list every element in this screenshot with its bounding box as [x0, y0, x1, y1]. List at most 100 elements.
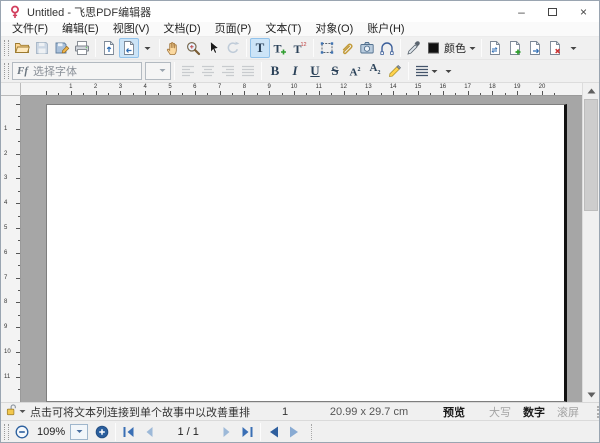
add-text-button[interactable]: T	[270, 38, 290, 58]
text-size-button[interactable]: T12	[290, 38, 310, 58]
zoom-in-button[interactable]	[92, 422, 112, 442]
next-page-button[interactable]	[217, 422, 237, 442]
history-forward-button[interactable]	[284, 422, 304, 442]
italic-icon: I	[287, 63, 303, 79]
import-pages-button[interactable]	[99, 38, 119, 58]
menubar: 文件(F)编辑(E)视图(V)文档(D)页面(P)文本(T)对象(O)账户(H)	[1, 22, 599, 37]
color-button[interactable]: 颜色	[424, 38, 478, 58]
save-as-button[interactable]	[52, 38, 72, 58]
statusbar: 点击可将文本列连接到单个故事中以改善重排 1 20.99 x 29.7 cm 预…	[1, 402, 599, 420]
lock-button[interactable]	[5, 403, 26, 420]
print-icon	[74, 40, 90, 56]
close-button[interactable]: ×	[568, 1, 599, 22]
italic-button[interactable]: I	[285, 61, 305, 81]
zoom-out-button[interactable]	[12, 422, 32, 442]
align-justify-button[interactable]	[238, 61, 258, 81]
separator	[95, 39, 96, 57]
eyedropper-icon	[406, 40, 422, 56]
document-page[interactable]	[46, 104, 567, 402]
hand-tool-button[interactable]	[163, 38, 183, 58]
hand-icon	[165, 40, 181, 56]
last-page-button[interactable]	[237, 422, 257, 442]
select-arrow-icon	[205, 40, 221, 56]
separator	[400, 39, 401, 57]
first-page-icon	[121, 424, 137, 440]
font-icon: Ff	[17, 65, 28, 77]
zoom-level-select[interactable]	[70, 424, 88, 440]
select-tool-button[interactable]	[203, 38, 223, 58]
text-size-icon: T12	[292, 40, 308, 56]
align-center-button[interactable]	[198, 61, 218, 81]
menu-account[interactable]: 账户(H)	[360, 22, 411, 37]
line-spacing-button[interactable]	[412, 61, 440, 81]
minimize-button[interactable]: –	[506, 1, 537, 22]
scroll-down-icon[interactable]	[583, 387, 599, 402]
align-left-button[interactable]	[178, 61, 198, 81]
status-preview-mode: 预览	[425, 404, 483, 420]
zoom-tool-button[interactable]	[183, 38, 203, 58]
insert-page-button[interactable]	[505, 38, 525, 58]
rotate-icon	[225, 40, 241, 56]
color-swatch-icon	[426, 40, 442, 56]
attach-tool-button[interactable]	[337, 38, 357, 58]
menu-view[interactable]: 视图(V)	[106, 22, 157, 37]
scroll-up-icon[interactable]	[583, 83, 599, 98]
export-pages-button[interactable]	[119, 38, 139, 58]
bold-button[interactable]: B	[265, 61, 285, 81]
format-more-button[interactable]	[440, 61, 457, 81]
underline-button[interactable]: U	[305, 61, 325, 81]
first-page-button[interactable]	[119, 422, 139, 442]
zoom-level-value: 109%	[37, 426, 65, 438]
subscript-button[interactable]: A2	[365, 61, 385, 81]
menu-edit[interactable]: 编辑(E)	[55, 22, 106, 37]
separator	[313, 39, 314, 57]
rotate-tool-button[interactable]	[223, 38, 243, 58]
strikethrough-button[interactable]: S	[325, 61, 345, 81]
align-center-icon	[200, 63, 216, 79]
menu-page[interactable]: 页面(P)	[208, 22, 259, 37]
align-right-icon	[220, 63, 236, 79]
menu-file[interactable]: 文件(F)	[5, 22, 55, 37]
window-title: Untitled - 飞思PDF编辑器	[27, 4, 151, 20]
history-back-button[interactable]	[264, 422, 284, 442]
highlight-button[interactable]	[385, 61, 405, 81]
app-window: Untitled - 飞思PDF编辑器 –× 文件(F)编辑(E)视图(V)文档…	[0, 0, 600, 443]
scrollbar-thumb[interactable]	[584, 99, 598, 211]
edit-text-button[interactable]: T	[250, 38, 270, 58]
path-tool-button[interactable]	[377, 38, 397, 58]
folder-open-icon	[14, 40, 30, 56]
page-tools-more-button[interactable]	[565, 38, 582, 58]
crop-tool-button[interactable]	[317, 38, 337, 58]
zoom-in-icon	[94, 424, 110, 440]
format-toolbar: Ff选择字体BIUSA2A2	[1, 60, 599, 83]
menu-object[interactable]: 对象(O)	[308, 22, 360, 37]
previous-page-button[interactable]	[139, 422, 159, 442]
font-size-select[interactable]	[145, 62, 171, 80]
window-controls: –×	[506, 1, 599, 22]
extract-page-button[interactable]	[525, 38, 545, 58]
menu-document[interactable]: 文档(D)	[156, 22, 207, 37]
replace-pages-button[interactable]	[485, 38, 505, 58]
font-select[interactable]: Ff选择字体	[12, 62, 142, 80]
pages-more-button[interactable]	[139, 38, 156, 58]
eyedropper-button[interactable]	[404, 38, 424, 58]
open-button[interactable]	[12, 38, 32, 58]
page-delete-icon	[547, 40, 563, 56]
status-num-lock: 数字	[517, 404, 551, 420]
attach-icon	[339, 40, 355, 56]
path-curve-icon	[379, 40, 395, 56]
forward-arrow-icon	[286, 424, 302, 440]
vertical-scrollbar[interactable]	[582, 83, 599, 402]
separator	[481, 39, 482, 57]
strikethrough-icon: S	[327, 63, 343, 79]
save-button[interactable]	[32, 38, 52, 58]
image-tool-button[interactable]	[357, 38, 377, 58]
magnifier-icon	[185, 40, 201, 56]
maximize-button[interactable]	[537, 1, 568, 22]
print-button[interactable]	[72, 38, 92, 58]
delete-page-button[interactable]	[545, 38, 565, 58]
superscript-button[interactable]: A2	[345, 61, 365, 81]
menu-text[interactable]: 文本(T)	[258, 22, 308, 37]
align-right-button[interactable]	[218, 61, 238, 81]
align-justify-icon	[240, 63, 256, 79]
